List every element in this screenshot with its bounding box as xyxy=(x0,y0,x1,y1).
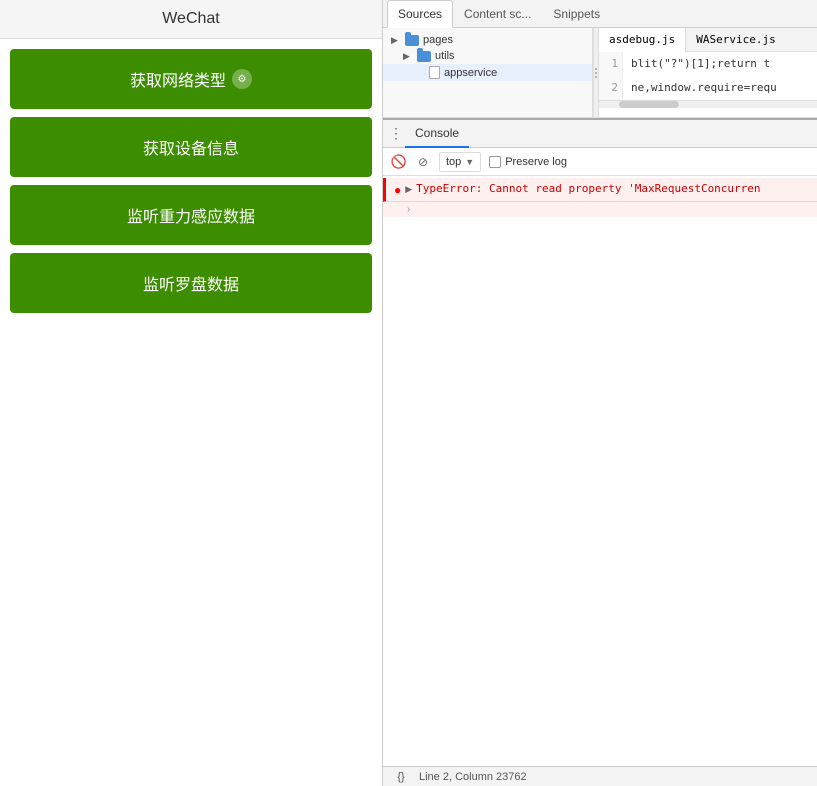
right-code-panel: asdebug.js WAService.js 1 blit("?")[1];r… xyxy=(599,28,817,117)
file-icon-appservice xyxy=(429,66,440,79)
filter-icon[interactable]: ⊘ xyxy=(415,154,431,170)
network-icon: ⚙ xyxy=(232,69,252,89)
context-selector[interactable]: top ▼ xyxy=(439,152,481,172)
console-options-icon[interactable]: ⋮ xyxy=(387,125,405,143)
console-error-row: ● ▶ TypeError: Cannot read property 'Max… xyxy=(383,178,817,202)
wechat-content: 获取网络类型 ⚙ 获取设备信息 监听重力感应数据 监听罗盘数据 xyxy=(0,39,382,786)
tab-content-sc[interactable]: Content sc... xyxy=(453,0,542,28)
devtools-panel: Sources Content sc... Snippets ▶ pages ▶… xyxy=(383,0,817,786)
code-line-1: 1 blit("?")[1];return t xyxy=(599,52,817,76)
btn-compass-label: 监听罗盘数据 xyxy=(143,271,239,295)
btn-network-label: 获取网络类型 xyxy=(130,67,226,91)
console-tabs-bar: ⋮ Console xyxy=(383,120,817,148)
file-tabs-bar: asdebug.js WAService.js xyxy=(599,28,817,52)
code-line-2: 2 ne,window.require=requ xyxy=(599,76,817,100)
btn-get-device[interactable]: 获取设备信息 xyxy=(10,117,372,177)
sources-top: ▶ pages ▶ utils appservice xyxy=(383,28,817,118)
error-icon: ● xyxy=(394,183,401,197)
btn-gravity[interactable]: 监听重力感应数据 xyxy=(10,185,372,245)
console-arrow-row: › xyxy=(383,202,817,217)
scrollbar-thumb[interactable] xyxy=(619,101,679,108)
divider-dots xyxy=(595,68,597,78)
tree-label-utils: utils xyxy=(435,50,455,62)
console-content: ● ▶ TypeError: Cannot read property 'Max… xyxy=(383,176,817,766)
context-label: top xyxy=(446,156,461,168)
status-text: Line 2, Column 23762 xyxy=(419,771,527,783)
tree-item-utils[interactable]: ▶ utils xyxy=(383,48,592,64)
sources-tree: ▶ pages ▶ utils appservice xyxy=(383,28,593,117)
tree-item-pages[interactable]: ▶ pages xyxy=(383,32,592,48)
btn-get-network[interactable]: 获取网络类型 ⚙ xyxy=(10,49,372,109)
tree-label-pages: pages xyxy=(423,34,453,46)
block-icon[interactable]: 🚫 xyxy=(391,154,407,170)
wechat-panel: WeChat 获取网络类型 ⚙ 获取设备信息 监听重力感应数据 监听罗盘数据 xyxy=(0,0,383,786)
btn-gravity-label: 监听重力感应数据 xyxy=(127,203,255,227)
sources-tabs-bar: Sources Content sc... Snippets xyxy=(383,0,817,28)
tree-label-appservice: appservice xyxy=(444,67,497,79)
preserve-log-label[interactable]: Preserve log xyxy=(489,156,567,168)
console-section: ⋮ Console 🚫 ⊘ top ▼ Preserve log ● ▶ xyxy=(383,118,817,786)
btn-compass[interactable]: 监听罗盘数据 xyxy=(10,253,372,313)
tab-waservice[interactable]: WAService.js xyxy=(686,28,785,52)
format-icon[interactable]: {} xyxy=(391,769,411,785)
tab-snippets[interactable]: Snippets xyxy=(542,0,611,28)
wechat-title: WeChat xyxy=(0,0,382,39)
btn-device-label: 获取设备信息 xyxy=(143,135,239,159)
folder-icon-utils xyxy=(417,51,431,62)
tree-arrow-pages: ▶ xyxy=(391,35,401,46)
horizontal-scrollbar[interactable] xyxy=(599,100,817,108)
error-text: TypeError: Cannot read property 'MaxRequ… xyxy=(416,182,809,195)
folder-icon-pages xyxy=(405,35,419,46)
expand-arrow[interactable]: ▶ xyxy=(405,184,412,195)
tab-console[interactable]: Console xyxy=(405,120,469,148)
context-arrow-icon: ▼ xyxy=(465,157,474,167)
status-bar: {} Line 2, Column 23762 xyxy=(383,766,817,786)
preserve-log-checkbox[interactable] xyxy=(489,156,501,168)
tab-asdebug[interactable]: asdebug.js xyxy=(599,28,686,52)
tree-item-appservice[interactable]: appservice xyxy=(383,64,592,81)
tab-sources[interactable]: Sources xyxy=(387,0,453,28)
console-toolbar: 🚫 ⊘ top ▼ Preserve log xyxy=(383,148,817,176)
arrow-symbol: › xyxy=(407,204,410,215)
tree-arrow-utils: ▶ xyxy=(403,51,413,62)
preserve-log-text: Preserve log xyxy=(505,156,567,168)
